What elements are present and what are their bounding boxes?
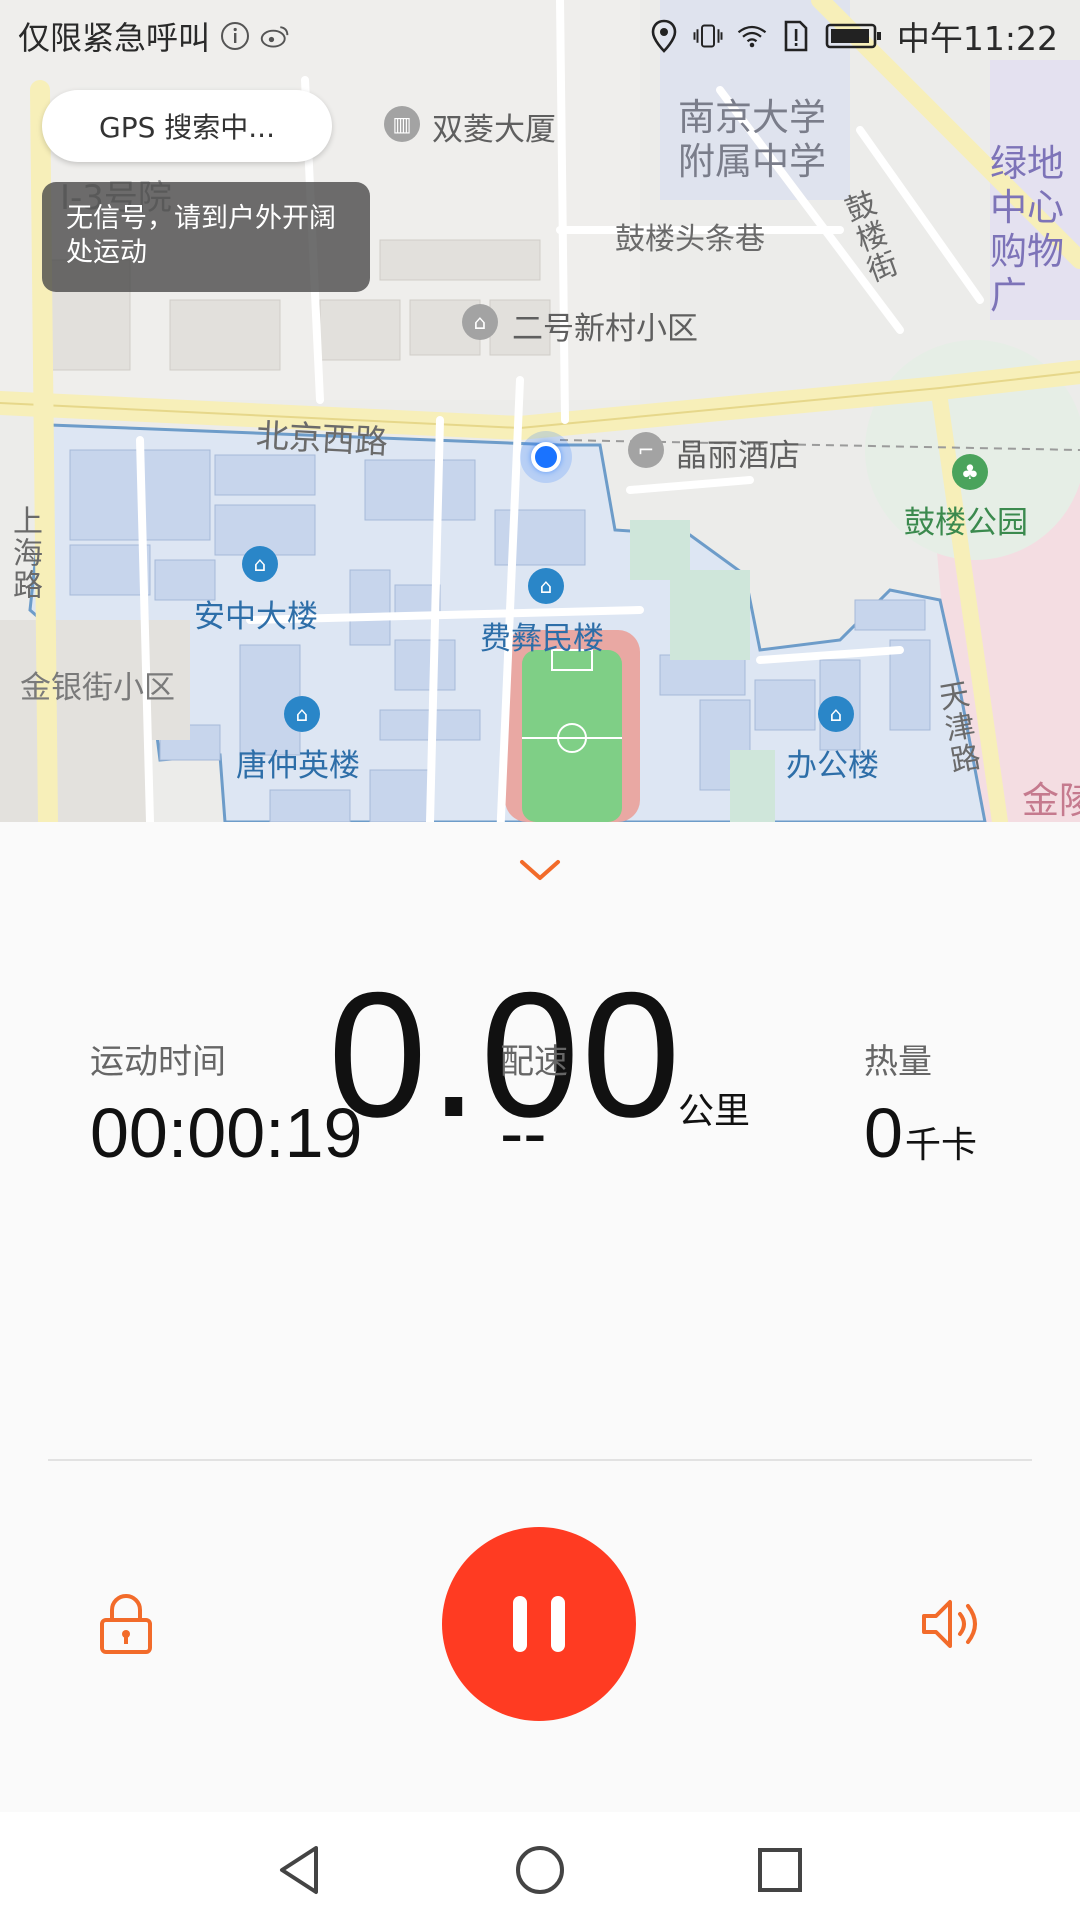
pace-value: -- (500, 1094, 547, 1172)
status-bar: 仅限紧急呼叫 中午11:22 (0, 0, 1080, 72)
back-icon[interactable] (272, 1842, 328, 1898)
lock-icon[interactable] (96, 1592, 156, 1656)
map-label-nanjing-school[interactable]: 南京大学附属中学 (678, 96, 848, 184)
carrier-text: 仅限紧急呼叫 (18, 19, 211, 57)
pace-label: 配速 (500, 1042, 568, 1082)
park-poi-icon[interactable]: ♣ (952, 454, 988, 490)
map-label-jingli[interactable]: 晶丽酒店 (676, 430, 800, 475)
map-label-feiyimin[interactable]: 费彝民楼 (480, 613, 604, 658)
location-icon (649, 19, 679, 53)
map-label-office[interactable]: 办公楼 (786, 740, 879, 785)
map-label-jinling[interactable]: 金陵 (1022, 770, 1080, 822)
stat-calories: 热量 0千卡 (864, 1040, 977, 1189)
campus-building-poi-icon[interactable]: ⌂ (242, 546, 278, 582)
stat-duration: 运动时间 00:00:19 (90, 1040, 362, 1176)
sim-alert-icon (781, 19, 811, 53)
hotel-poi-icon[interactable]: ⌐ (628, 432, 664, 468)
calories-label: 热量 (864, 1042, 932, 1082)
map-label-jinyin[interactable]: 金银街小区 (20, 662, 175, 707)
calories-value: 0 (864, 1094, 903, 1172)
map-label-shuangling[interactable]: 双菱大厦 (432, 104, 556, 149)
map-label-gulou-toutiao: 鼓楼头条巷 (615, 222, 765, 257)
campus-building-poi-icon[interactable]: ⌂ (528, 568, 564, 604)
weibo-icon (260, 19, 290, 53)
pause-icon (551, 1596, 565, 1652)
divider (48, 1459, 1032, 1461)
speaker-icon[interactable] (918, 1594, 988, 1654)
gps-hint-toast: 无信号，请到户外开阔处运动 (42, 182, 370, 292)
recents-icon[interactable] (752, 1842, 808, 1898)
building-poi-icon[interactable]: ▥ (384, 106, 420, 142)
clock-text: 中午11:22 (896, 19, 1058, 58)
wifi-icon (737, 19, 767, 53)
map-label-gulou-park[interactable]: 鼓楼公园 (904, 497, 1028, 542)
duration-value: 00:00:19 (90, 1094, 363, 1172)
residence-poi-icon[interactable]: ⌂ (462, 304, 498, 340)
home-icon[interactable] (512, 1842, 568, 1898)
chevron-down-icon[interactable] (516, 856, 564, 886)
battery-icon (825, 19, 883, 53)
pause-icon (513, 1596, 527, 1652)
map-view[interactable]: ▥ 双菱大厦 南京大学附属中学 绿地中心购物广 鼓楼头条巷 鼓楼街 I-3号院 … (0, 0, 1080, 822)
map-label-anzhong[interactable]: 安中大楼 (194, 591, 318, 636)
calories-unit: 千卡 (904, 1125, 977, 1166)
distance-unit: 公里 (678, 1091, 751, 1132)
map-label-shanghai-road: 上海路 (7, 505, 42, 601)
vibrate-icon (693, 19, 723, 53)
campus-building-poi-icon[interactable]: ⌂ (284, 696, 320, 732)
campus-building-poi-icon[interactable]: ⌂ (818, 696, 854, 732)
info-icon (220, 19, 250, 53)
map-label-beijing-west: 北京西路 (254, 415, 389, 462)
user-location-marker (520, 431, 572, 483)
stat-pace: 配速 -- (500, 1040, 568, 1176)
map-label-lvdi[interactable]: 绿地中心购物广 (990, 142, 1080, 318)
map-label-erhao[interactable]: 二号新村小区 (512, 303, 698, 348)
navigation-bar (0, 1812, 1080, 1920)
pause-button[interactable] (442, 1527, 636, 1721)
calories-display: 0千卡 (864, 1090, 977, 1189)
gps-status-chip: GPS 搜索中... (42, 90, 332, 162)
map-label-tangzhongying[interactable]: 唐仲英楼 (236, 740, 360, 785)
duration-label: 运动时间 (90, 1042, 226, 1082)
